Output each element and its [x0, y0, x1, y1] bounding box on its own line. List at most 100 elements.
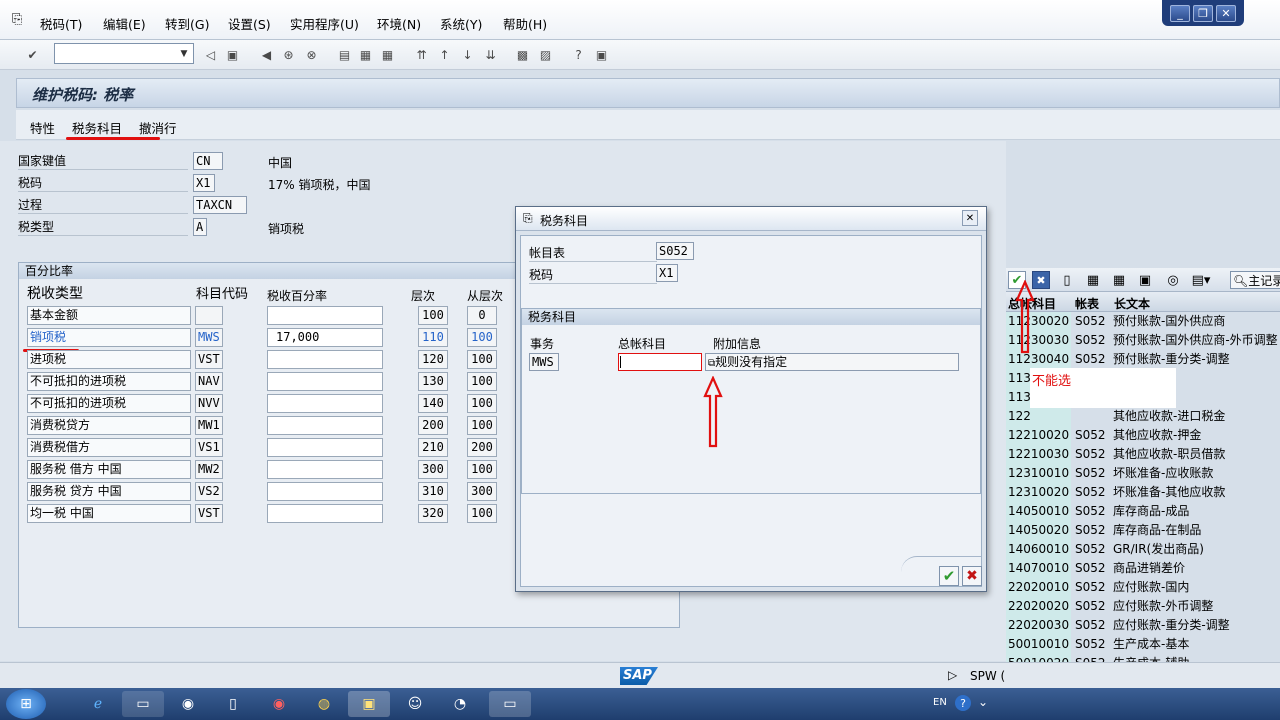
list-item[interactable]: 14070010 S052 商品进销差价 — [1006, 559, 1280, 578]
list-item[interactable]: 22020010 S052 应付账款-国内 — [1006, 578, 1280, 597]
list-item[interactable]: 12210030 S052 其他应收款-职员借款 — [1006, 445, 1280, 464]
window-app-icon[interactable]: ▭ — [489, 691, 531, 717]
tax-percent-input[interactable] — [267, 482, 383, 501]
list-item[interactable]: 22020030 S052 应付账款-重分类-调整 — [1006, 616, 1280, 635]
shortcut-icon[interactable]: ▨ — [537, 46, 554, 63]
print-icon[interactable]: ▤ — [336, 46, 353, 63]
menu-system[interactable]: 系统(Y) — [440, 14, 482, 33]
ie-icon[interactable]: ℯ — [77, 691, 119, 717]
properties-button[interactable]: 特性 — [30, 118, 55, 137]
list-item[interactable]: 14050010 S052 库存商品-成品 — [1006, 502, 1280, 521]
country-description: 中国 — [268, 156, 293, 170]
list-item[interactable]: 50010010 S052 生产成本-基本 — [1006, 635, 1280, 654]
status-expand-icon[interactable]: ▷ — [948, 668, 957, 682]
tool-icon[interactable]: ◔ — [439, 691, 481, 717]
find-icon[interactable]: ▦ — [357, 46, 374, 63]
list-item[interactable]: 12310010 S052 坏账准备-应收账款 — [1006, 464, 1280, 483]
back-arrow-icon[interactable]: ◀ — [258, 46, 275, 63]
close-icon[interactable]: ✕ — [962, 210, 978, 226]
coa-label: 帐目表 — [529, 244, 657, 262]
find-icon[interactable]: ▦ — [1084, 271, 1102, 289]
table-cell: S052 — [1075, 542, 1106, 556]
notes-icon[interactable]: ▯ — [212, 691, 254, 717]
tax-accounts-button[interactable]: 税务科目 — [72, 118, 122, 137]
qq-icon[interactable]: ◉ — [167, 691, 209, 717]
list-item[interactable]: 11230020 S052 预付账款-国外供应商 — [1006, 312, 1280, 331]
command-field[interactable]: ▼ — [54, 43, 194, 64]
account-key-cell: MW2 — [195, 460, 223, 479]
tax-percent-input[interactable] — [267, 460, 383, 479]
tax-percent-input[interactable] — [267, 504, 383, 523]
find-next-icon[interactable]: ▦ — [379, 46, 396, 63]
chevron-down-icon[interactable]: ▼ — [177, 46, 191, 61]
menu-utilities[interactable]: 实用程序(U) — [290, 14, 359, 33]
master-record-button[interactable]: 🔍︎主记录 — [1230, 271, 1280, 289]
longtext-cell: 库存商品-成品 — [1113, 504, 1190, 518]
back-icon[interactable]: ◁ — [202, 46, 219, 63]
list-item[interactable]: 11230030 S052 预付账款-国外供应商-外币调整 — [1006, 331, 1280, 350]
confirm-check-icon[interactable]: ✔ — [939, 566, 959, 586]
col-longtext-header[interactable]: 长文本 — [1114, 295, 1150, 312]
tax-percent-input[interactable] — [267, 394, 383, 413]
new-doc-icon[interactable]: ▯ — [1058, 271, 1076, 289]
menu-goto[interactable]: 转到(G) — [165, 14, 209, 33]
menu-taxcode[interactable]: 税码(T) — [40, 14, 82, 33]
help-circle-icon[interactable]: ? — [955, 695, 971, 711]
close-icon[interactable]: ✕ — [1216, 4, 1236, 22]
enter-check-icon[interactable]: ✔ — [24, 46, 41, 63]
menu-help[interactable]: 帮助(H) — [503, 14, 547, 33]
exit-icon[interactable]: ⊛ — [280, 46, 297, 63]
maximize-icon[interactable]: ❐ — [1193, 4, 1213, 22]
info-icon[interactable]: ◎ — [1164, 271, 1182, 289]
language-indicator[interactable]: EN — [933, 697, 947, 708]
tax-type-cell: 消费税贷方 — [27, 416, 191, 435]
help-icon[interactable]: ? — [570, 46, 587, 63]
users-icon[interactable]: ☺ — [394, 691, 436, 717]
start-orb-icon[interactable]: ⊞ — [6, 689, 46, 719]
last-page-icon[interactable]: ⇊ — [482, 46, 499, 63]
level-cell: 100 — [418, 306, 448, 325]
minimize-icon[interactable]: _ — [1170, 4, 1190, 22]
new-session-icon[interactable]: ▩ — [514, 46, 531, 63]
longtext-cell: 应付账款-外币调整 — [1113, 599, 1214, 613]
cancel-x-icon[interactable]: ✖ — [962, 566, 982, 586]
first-page-icon[interactable]: ⇈ — [413, 46, 430, 63]
tray-icon[interactable]: ⌄ — [978, 695, 988, 709]
deselect-lines-button[interactable]: 撤消行 — [139, 118, 177, 137]
tax-percent-input[interactable] — [267, 416, 383, 435]
next-page-icon[interactable]: ↓ — [459, 46, 476, 63]
tax-percent-input[interactable] — [267, 372, 383, 391]
cancel-icon[interactable]: ⊗ — [303, 46, 320, 63]
procedure-field: TAXCN — [193, 196, 247, 214]
tax-percent-input[interactable] — [267, 306, 383, 325]
list-item[interactable]: 12310020 S052 坏账准备-其他应收款 — [1006, 483, 1280, 502]
explorer-icon[interactable]: ▭ — [122, 691, 164, 717]
sap-logon-icon[interactable]: ▣ — [348, 691, 390, 717]
list-item[interactable]: 12210020 S052 其他应收款-押金 — [1006, 426, 1280, 445]
menu-environment[interactable]: 环境(N) — [377, 14, 421, 33]
list-item[interactable]: 11230040 S052 预付账款-重分类-调整 — [1006, 350, 1280, 369]
prev-page-icon[interactable]: ↑ — [436, 46, 453, 63]
window-icon[interactable]: ⎘ — [12, 12, 22, 27]
taxcode-field: X1 — [193, 174, 215, 192]
player-icon[interactable]: ◉ — [258, 691, 300, 717]
col-table-header[interactable]: 帐表 — [1075, 295, 1099, 312]
tax-percent-input[interactable]: 17,000 — [267, 328, 383, 347]
menu-edit[interactable]: 编辑(E) — [103, 14, 146, 33]
layout-icon[interactable]: ▣ — [593, 46, 610, 63]
table-cell: S052 — [1075, 504, 1106, 518]
list-item[interactable]: 22020020 S052 应付账款-外币调整 — [1006, 597, 1280, 616]
save-icon[interactable]: ▣ — [224, 46, 241, 63]
print-icon[interactable]: ▤▾ — [1190, 271, 1212, 289]
list-item[interactable]: 14060010 S052 GR/IR(发出商品) — [1006, 540, 1280, 559]
gl-account-input[interactable] — [618, 353, 702, 371]
find-next-icon[interactable]: ▦ — [1110, 271, 1128, 289]
list-item[interactable]: 122 其他应收款-进口税金 — [1006, 407, 1280, 426]
account-key-cell: VST — [195, 504, 223, 523]
sort-icon[interactable]: ▣ — [1136, 271, 1154, 289]
list-item[interactable]: 14050020 S052 库存商品-在制品 — [1006, 521, 1280, 540]
tax-percent-input[interactable] — [267, 438, 383, 457]
menu-settings[interactable]: 设置(S) — [228, 14, 271, 33]
tax-percent-input[interactable] — [267, 350, 383, 369]
chrome-icon[interactable]: ◍ — [303, 691, 345, 717]
